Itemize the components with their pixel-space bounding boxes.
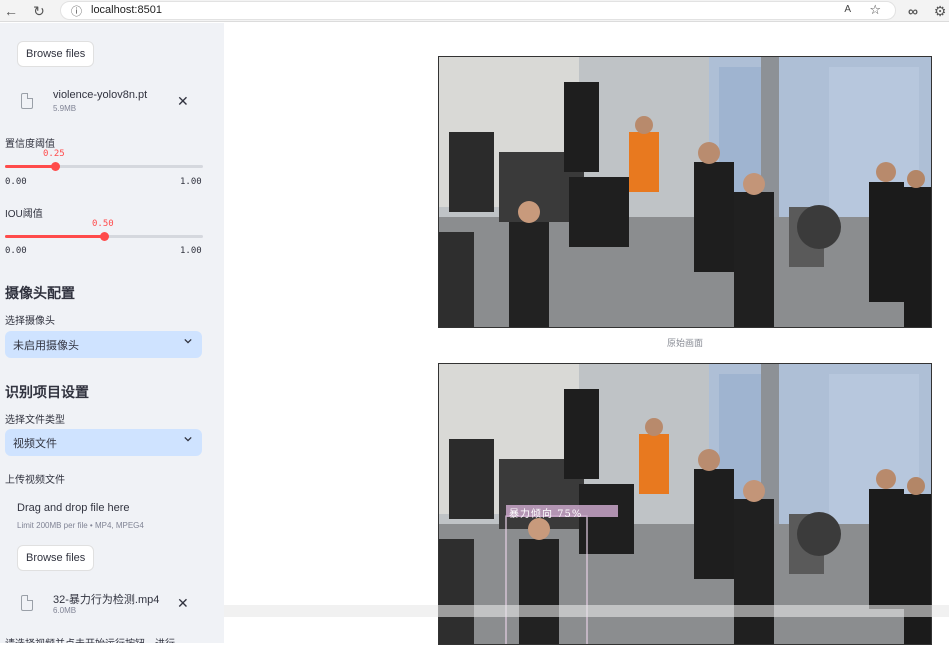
video-file-name: 32-暴力行为检测.mp4 [53, 594, 160, 606]
video-file-size: 6.0MB [53, 606, 77, 615]
iou-slider-fill [5, 235, 104, 238]
uploaded-video-file: 32-暴力行为检测.mp4 6.0MB ✕ [17, 589, 207, 625]
confidence-value: 0.25 [43, 149, 65, 159]
sidebar-footer-text: 请选择视频并点击开始运行按钮，进行 [5, 635, 175, 643]
detection-label: 暴力倾向 75% [509, 509, 583, 520]
read-aloud-icon[interactable]: A [844, 4, 851, 15]
url-text: localhost:8501 [91, 4, 162, 16]
confidence-label: 置信度阈值 [5, 139, 55, 150]
original-video-frame [438, 56, 932, 328]
file-type-select-value: 视频文件 [13, 438, 57, 450]
iou-value: 0.50 [92, 219, 114, 229]
model-file-name: violence-yolov8n.pt [53, 89, 148, 101]
remove-model-file-icon[interactable]: ✕ [177, 93, 189, 110]
model-file-size: 5.9MB [53, 104, 77, 113]
horizontal-scrollbar[interactable] [224, 605, 949, 617]
recognition-section-title: 识别项目设置 [5, 384, 89, 400]
confidence-slider[interactable] [5, 162, 203, 171]
camera-select-value: 未启用摄像头 [13, 340, 79, 352]
gym-scene-image [439, 57, 931, 327]
iou-min: 0.00 [5, 246, 27, 256]
iou-slider-thumb[interactable] [100, 232, 109, 241]
video-dropzone[interactable]: Drag and drop file here Limit 200MB per … [5, 493, 205, 547]
file-icon [21, 595, 33, 611]
browser-toolbar: ← ↻ ⓘ localhost:8501 A ☆ ∞ ⚙ [0, 0, 949, 22]
infinity-icon[interactable]: ∞ [904, 2, 922, 20]
info-icon: ⓘ [71, 6, 82, 18]
dropzone-limit: Limit 200MB per file • MP4, MPEG4 [17, 521, 144, 530]
confidence-slider-thumb[interactable] [50, 162, 60, 171]
confidence-max: 1.00 [180, 177, 202, 187]
settings-gear-icon[interactable]: ⚙ [931, 2, 949, 20]
reload-icon[interactable]: ↻ [30, 2, 48, 20]
camera-section-title: 摄像头配置 [5, 285, 75, 301]
chevron-down-icon [184, 338, 192, 344]
model-browse-files-button[interactable]: Browse files [17, 41, 95, 67]
video-upload-label: 上传视频文件 [5, 475, 65, 486]
video-browse-files-button[interactable]: Browse files [17, 545, 95, 571]
detection-video-frame: 暴力倾向 75% [438, 363, 932, 645]
favorite-star-icon[interactable]: ☆ [869, 2, 881, 18]
main-content: 原始画面 暴力倾向 75% [224, 23, 949, 645]
iou-slider[interactable] [5, 232, 203, 241]
uploaded-model-file: violence-yolov8n.pt 5.9MB ✕ [17, 87, 207, 123]
camera-select[interactable]: 未启用摄像头 [5, 331, 202, 358]
original-frame-caption: 原始画面 [666, 338, 703, 348]
confidence-min: 0.00 [5, 177, 27, 187]
address-bar[interactable]: ⓘ localhost:8501 A ☆ [60, 1, 896, 20]
file-icon [21, 93, 33, 109]
camera-select-label: 选择摄像头 [5, 316, 55, 327]
iou-label: IOU阈值 [5, 209, 43, 220]
remove-video-file-icon[interactable]: ✕ [177, 595, 189, 612]
file-type-select[interactable]: 视频文件 [5, 429, 202, 456]
back-icon[interactable]: ← [2, 2, 20, 20]
file-type-label: 选择文件类型 [5, 415, 65, 426]
chevron-down-icon [184, 436, 192, 442]
dropzone-title: Drag and drop file here [17, 502, 130, 514]
confidence-slider-fill [5, 165, 55, 168]
iou-max: 1.00 [180, 246, 202, 256]
sidebar: Browse files violence-yolov8n.pt 5.9MB ✕… [0, 23, 224, 643]
